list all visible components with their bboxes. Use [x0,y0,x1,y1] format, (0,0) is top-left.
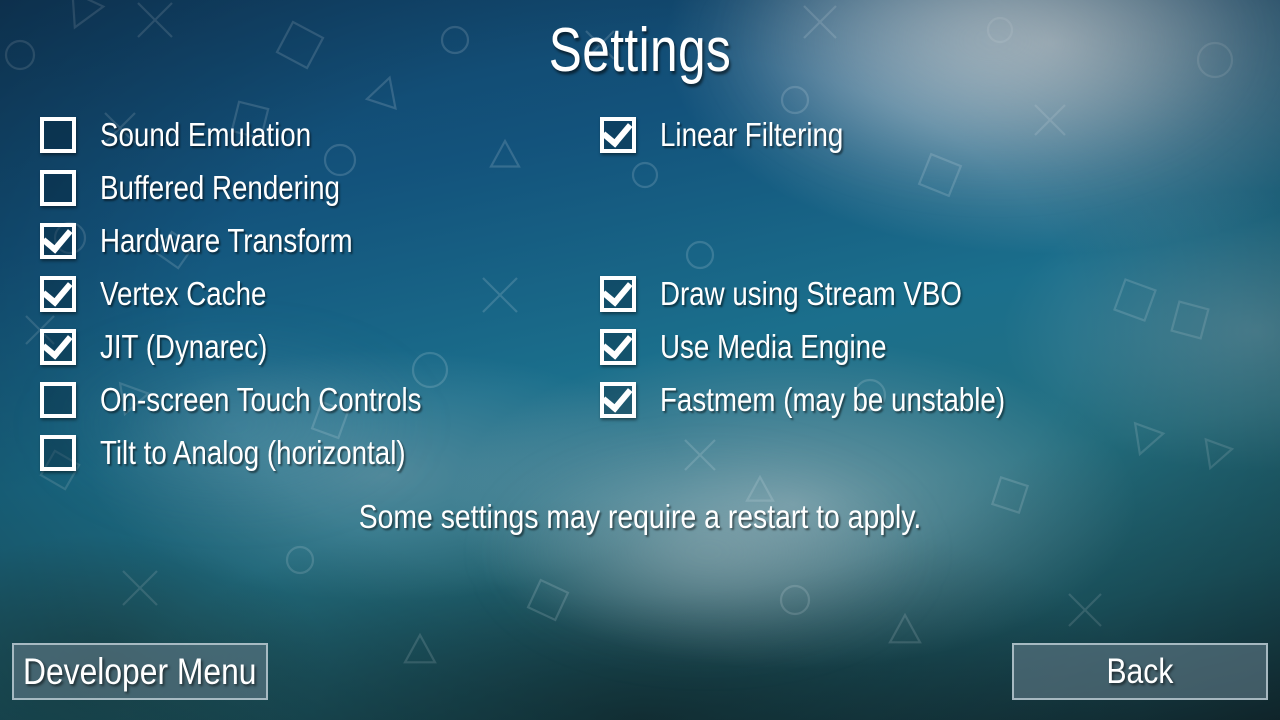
checkmark-icon [41,220,73,254]
checkbox-hardware-transform[interactable] [40,220,76,259]
ppsspp-settings-screen: Settings Sound Emulation Buffered Renderi… [0,0,1280,720]
option-row-vertex-cache[interactable]: Vertex Cache [40,267,483,320]
option-label-tilt-to-analog: Tilt to Analog (horizontal) [100,433,406,471]
checkmark-icon [601,273,633,307]
checkbox-fastmem[interactable] [600,379,636,418]
checkbox-on-screen-touch-controls[interactable] [40,381,76,418]
checkbox-sound-emulation[interactable] [40,116,76,153]
option-label-buffered-rendering: Buffered Rendering [100,168,340,206]
option-row-tilt-to-analog[interactable]: Tilt to Analog (horizontal) [40,426,483,479]
checkbox-jit-dynarec[interactable] [40,326,76,365]
developer-menu-button-label: Developer Menu [23,650,257,692]
back-button[interactable]: Back [1012,643,1268,700]
options-column-left: Sound Emulation Buffered Rendering Hardwar… [40,108,483,479]
checkbox-vertex-cache[interactable] [40,273,76,312]
options-column-right: Linear Filtering Draw using Stream VBO Use… [600,108,1071,426]
checkbox-use-media-engine[interactable] [600,326,636,365]
checkbox-tilt-to-analog[interactable] [40,434,76,471]
back-button-label: Back [1106,651,1174,691]
option-label-sound-emulation: Sound Emulation [100,115,312,153]
page-title: Settings [548,16,732,85]
option-label-fastmem: Fastmem (may be unstable) [660,380,1006,418]
option-label-on-screen-touch-controls: On-screen Touch Controls [100,380,422,418]
option-row-sound-emulation[interactable]: Sound Emulation [40,108,483,161]
option-row-buffered-rendering[interactable]: Buffered Rendering [40,161,483,214]
developer-menu-button[interactable]: Developer Menu [12,643,268,700]
option-label-hardware-transform: Hardware Transform [100,221,353,259]
checkmark-icon [41,326,73,360]
option-row-jit-dynarec[interactable]: JIT (Dynarec) [40,320,483,373]
option-label-use-media-engine: Use Media Engine [660,327,887,365]
checkbox-draw-using-stream-vbo[interactable] [600,273,636,312]
option-row-linear-filtering[interactable]: Linear Filtering [600,108,1071,161]
option-row-hardware-transform[interactable]: Hardware Transform [40,214,483,267]
option-row-fastmem[interactable]: Fastmem (may be unstable) [600,373,1071,426]
option-label-vertex-cache: Vertex Cache [100,274,267,312]
option-label-jit-dynarec: JIT (Dynarec) [100,327,268,365]
checkmark-icon [601,326,633,360]
option-row-draw-using-stream-vbo[interactable]: Draw using Stream VBO [600,267,1071,320]
checkmark-icon [41,273,73,307]
option-label-linear-filtering: Linear Filtering [660,115,844,153]
option-row-use-media-engine[interactable]: Use Media Engine [600,320,1071,373]
option-row-on-screen-touch-controls[interactable]: On-screen Touch Controls [40,373,483,426]
checkmark-icon [601,379,633,413]
checkmark-icon [601,114,633,148]
option-label-draw-using-stream-vbo: Draw using Stream VBO [660,274,962,312]
checkbox-linear-filtering[interactable] [600,114,636,153]
restart-notice: Some settings may require a restart to a… [358,498,922,535]
checkbox-buffered-rendering[interactable] [40,169,76,206]
